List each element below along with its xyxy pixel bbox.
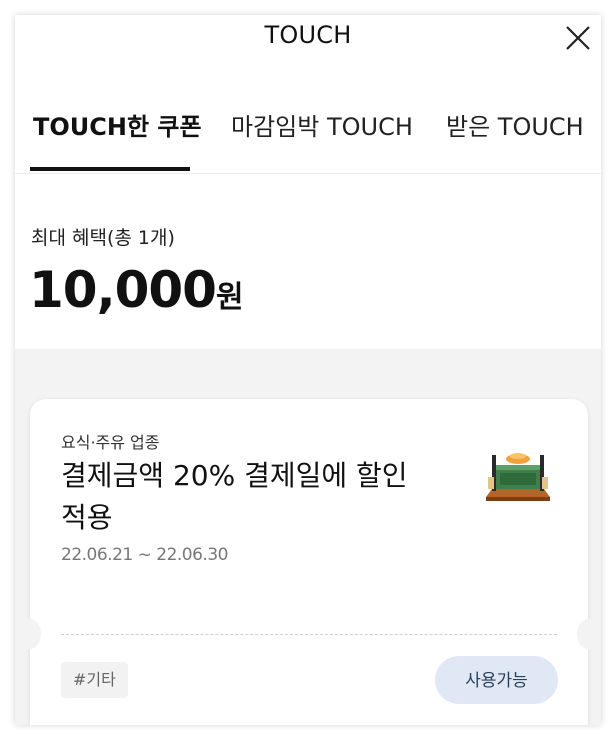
status-available-button[interactable]: 사용가능 (435, 656, 558, 704)
tab-expiring-soon[interactable]: 마감임박 TOUCH (231, 107, 413, 142)
coupon-card[interactable]: 요식·주유 업종 결제금액 20% 결제일에 할인 적용 22.06.21 ~ … (19, 399, 599, 725)
header: TOUCH (15, 15, 601, 63)
tab-bar: TOUCH한 쿠폰 마감임박 TOUCH 받은 TOUCH (15, 95, 601, 175)
benefit-amount-number: 10,000 (29, 261, 217, 319)
benefit-amount: 10,000원 (29, 261, 244, 319)
active-tab-indicator (30, 167, 190, 171)
coupon-sheet: TOUCH TOUCH한 쿠폰 마감임박 TOUCH 받은 TOUCH 최대 혜… (15, 15, 601, 725)
coupon-list: 요식·주유 업종 결제금액 20% 결제일에 할인 적용 22.06.21 ~ … (15, 349, 601, 725)
food-stand-icon (486, 453, 550, 501)
tab-touched-coupons[interactable]: TOUCH한 쿠폰 (33, 107, 202, 142)
close-button[interactable] (563, 23, 593, 53)
coupon-period: 22.06.21 ~ 22.06.30 (61, 545, 228, 565)
benefit-summary-label: 최대 혜택(총 1개) (31, 227, 175, 249)
tabs-divider (15, 173, 601, 174)
coupon-tag: #기타 (61, 662, 128, 698)
benefit-amount-unit: 원 (215, 280, 244, 315)
card-notch-left (19, 619, 41, 649)
page-title: TOUCH (264, 21, 352, 49)
card-notch-right (577, 619, 599, 649)
coupon-divider (61, 634, 557, 635)
close-icon (566, 26, 590, 50)
tab-received[interactable]: 받은 TOUCH (446, 107, 584, 142)
coupon-title: 결제금액 20% 결제일에 할인 적용 (61, 459, 408, 534)
coupon-category: 요식·주유 업종 (61, 433, 160, 452)
